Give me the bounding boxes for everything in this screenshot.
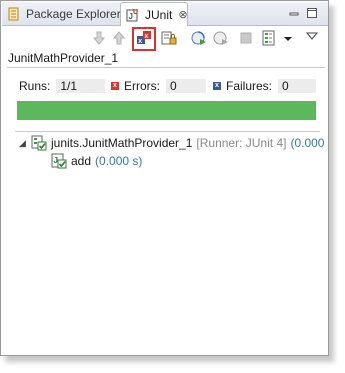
rerun-failures-first-icon[interactable] <box>213 30 229 46</box>
dropdown-icon[interactable] <box>280 30 296 46</box>
failures-value: 0 <box>278 79 317 93</box>
errors-stat: x Errors: 0 <box>111 79 206 93</box>
error-icon: x <box>111 82 119 90</box>
failures-label: Failures: <box>226 79 273 93</box>
test-class-runner: [Runner: JUnit 4] <box>196 136 287 150</box>
test-tree: ◢ junits.JunitMathProvider_1 [Runner: JU… <box>15 131 324 352</box>
test-suite-success-icon <box>31 135 47 151</box>
test-class-name: junits.JunitMathProvider_1 <box>51 136 193 150</box>
tab-package-explorer-label: Package Explorer <box>26 6 121 21</box>
maximize-icon[interactable] <box>305 6 319 20</box>
tab-junit-label: JUnit <box>145 7 173 22</box>
rerun-test-icon[interactable] <box>191 30 207 46</box>
title-divider <box>7 67 325 68</box>
runs-value: 1/1 <box>56 79 106 93</box>
junit-view-window: Package Explorer J U JUnit ⊗ x x JunitMa… <box>0 0 329 356</box>
highlight-box <box>132 27 156 51</box>
expand-arrow-icon[interactable]: ◢ <box>19 138 29 149</box>
test-method-time: (0.000 s) <box>95 154 143 168</box>
errors-label: Errors: <box>124 79 160 93</box>
svg-text:U: U <box>133 9 138 16</box>
view-tab-bar: Package Explorer J U JUnit ⊗ <box>2 2 328 26</box>
test-progress-bar <box>17 101 316 120</box>
failure-icon: x <box>213 82 221 90</box>
tree-node-test-method[interactable]: J add (0.000 s) <box>51 152 142 170</box>
previous-failure-icon[interactable] <box>111 30 127 46</box>
failures-stat: x Failures: 0 <box>213 79 317 93</box>
minimize-icon[interactable] <box>287 6 301 20</box>
stop-icon[interactable] <box>238 30 254 46</box>
junit-icon: J U <box>125 7 141 23</box>
view-menu-icon[interactable] <box>304 28 320 44</box>
next-failure-icon[interactable] <box>91 30 107 46</box>
test-success-icon: J <box>51 153 67 169</box>
close-tab-icon[interactable]: ⊗ <box>178 8 187 21</box>
svg-text:J: J <box>54 156 58 165</box>
test-class-time: (0.000 <box>290 136 325 150</box>
test-progress-fill <box>17 101 316 120</box>
package-explorer-icon <box>6 6 22 22</box>
errors-value: 0 <box>166 79 206 93</box>
tab-junit[interactable]: J U JUnit ⊗ <box>120 2 188 26</box>
test-method-name: add <box>71 154 92 168</box>
junit-toolbar: x x <box>1 26 328 50</box>
scroll-lock-icon[interactable] <box>161 30 177 46</box>
runs-label: Runs: <box>19 79 51 93</box>
panel-title: JunitMathProvider_1 <box>8 51 119 65</box>
test-run-history-icon[interactable] <box>261 30 277 46</box>
tab-package-explorer[interactable]: Package Explorer <box>6 2 121 25</box>
tree-node-test-class[interactable]: ◢ junits.JunitMathProvider_1 [Runner: JU… <box>19 134 324 152</box>
runs-stat: Runs: 1/1 <box>19 79 106 93</box>
